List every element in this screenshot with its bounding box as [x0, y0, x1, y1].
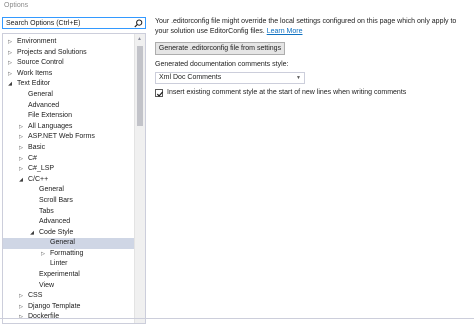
learn-more-link[interactable]: Learn More — [267, 28, 303, 35]
tree-item-label: Code Style — [39, 228, 74, 236]
tree-item-label: Environment — [17, 38, 57, 45]
tree-item[interactable]: ▷ Projects and Solutions — [3, 48, 135, 59]
tree-item-label: Work Items — [17, 69, 53, 77]
tree-item-label: Advanced — [39, 218, 71, 226]
title-bar: Options — [0, 0, 474, 14]
tree-item[interactable]: ▷ Source Control — [3, 58, 135, 69]
tree-item[interactable]: ▷ All Languages — [3, 122, 135, 133]
chevron-right-icon[interactable]: ▷ — [7, 48, 13, 59]
tree-list: ▷ Environment ▷ Projects and Solutions ▷ Sour… — [3, 37, 135, 323]
chevron-right-icon[interactable]: ▷ — [7, 58, 13, 69]
tree-item[interactable]: ▷ Django Template — [3, 302, 135, 313]
tree-item[interactable]: File Extension — [3, 111, 135, 122]
tree-item-label: ASP.NET Web Forms — [28, 133, 95, 141]
insert-comment-label: Insert existing comment style at the sta… — [167, 89, 407, 96]
tree-item-label: Source Control — [17, 59, 64, 67]
tree-item-label: Scroll Bars — [39, 196, 73, 204]
tree-item[interactable]: ▷ ASP.NET Web Forms — [3, 132, 135, 143]
search-input[interactable]: Search Options (Ctrl+E) — [2, 17, 146, 29]
tree-item[interactable]: ◢ Code Style — [3, 228, 135, 239]
tree-item-label: File Extension — [28, 112, 72, 120]
chevron-right-icon[interactable]: ▷ — [18, 154, 24, 165]
tree-item-label: Django Template — [28, 302, 81, 310]
tree-item-label: C# — [28, 154, 37, 162]
tree-item-label: C/C++ — [28, 175, 49, 183]
tree-item[interactable]: ◢ C/C++ — [3, 175, 135, 186]
tree-item-label: Advanced — [28, 101, 60, 109]
tree-item[interactable]: View — [3, 281, 135, 292]
tree-item[interactable]: General — [3, 185, 135, 196]
search-icon[interactable] — [134, 19, 143, 28]
checkmark-icon — [156, 91, 164, 97]
tree-item[interactable]: ▷ CSS — [3, 291, 135, 302]
tree-scrollbar[interactable]: ▲ — [134, 34, 145, 323]
tree-item-label: General — [39, 186, 64, 194]
tree-item[interactable]: General — [3, 238, 135, 249]
tree-item-label: Basic — [28, 143, 46, 151]
chevron-right-icon[interactable]: ▷ — [18, 291, 24, 302]
chevron-down-icon[interactable]: ◢ — [7, 79, 13, 90]
scrollbar-thumb[interactable] — [137, 46, 143, 126]
tree-item[interactable]: Experimental — [3, 270, 135, 281]
tree-item[interactable]: ◢ Text Editor — [3, 79, 135, 90]
tree-item[interactable]: ▷ C# — [3, 154, 135, 165]
tree-item-label: All Languages — [28, 122, 73, 130]
tree-item[interactable]: Linter — [3, 259, 135, 270]
tree-item[interactable]: ▷ Work Items — [3, 69, 135, 80]
chevron-down-icon: ▼ — [296, 75, 301, 81]
tree-item[interactable]: General — [3, 90, 135, 101]
chevron-down-icon[interactable]: ◢ — [29, 228, 35, 239]
left-pane: Search Options (Ctrl+E) ▷ Environment ▷ Pro… — [2, 17, 146, 324]
settings-panel: Your .editorconfig file might override t… — [155, 17, 471, 317]
scroll-up-icon[interactable]: ▲ — [137, 36, 142, 42]
tree-item-label: Projects and Solutions — [17, 48, 87, 56]
options-tree[interactable]: ▷ Environment ▷ Projects and Solutions ▷ Sour… — [2, 33, 146, 324]
tree-item[interactable]: Advanced — [3, 217, 135, 228]
doc-comments-value: Xml Doc Comments — [159, 74, 222, 81]
generate-editorconfig-button[interactable]: Generate .editorconfig file from setting… — [155, 42, 285, 55]
search-placeholder: Search Options (Ctrl+E) — [6, 20, 81, 27]
tree-item[interactable]: ▷ Environment — [3, 37, 135, 48]
tree-item-label: General — [50, 239, 75, 247]
tree-item[interactable]: ▷ Formatting — [3, 249, 135, 260]
chevron-right-icon[interactable]: ▷ — [18, 132, 24, 143]
tree-item[interactable]: ▷ C#_LSP — [3, 164, 135, 175]
notice-text: Your .editorconfig file might override t… — [155, 18, 457, 35]
chevron-down-icon[interactable]: ◢ — [18, 175, 24, 186]
tree-item[interactable]: ▷ Basic — [3, 143, 135, 154]
tree-item-label: C#_LSP — [28, 165, 55, 173]
tree-item-label: Formatting — [50, 249, 84, 257]
editorconfig-notice: Your .editorconfig file might override t… — [155, 17, 471, 37]
chevron-right-icon[interactable]: ▷ — [7, 37, 13, 48]
tree-item-label: Tabs — [39, 207, 54, 215]
tree-item-label: View — [39, 281, 55, 289]
tree-item-label: Experimental — [39, 271, 80, 279]
tree-item-label: CSS — [28, 292, 43, 300]
insert-comment-checkbox[interactable] — [155, 89, 164, 97]
chevron-right-icon[interactable]: ▷ — [18, 122, 24, 133]
doc-comments-dropdown[interactable]: Xml Doc Comments ▼ — [155, 72, 305, 84]
window-title: Options — [4, 2, 29, 9]
chevron-right-icon[interactable]: ▷ — [18, 164, 24, 175]
tree-item[interactable]: Advanced — [3, 101, 135, 112]
doc-comments-label: Generated documentation comments style: — [155, 61, 289, 68]
tree-item-label: Text Editor — [17, 80, 51, 88]
chevron-right-icon[interactable]: ▷ — [18, 143, 24, 154]
chevron-right-icon[interactable]: ▷ — [7, 69, 13, 80]
chevron-right-icon[interactable]: ▷ — [18, 302, 24, 313]
tree-item[interactable]: Scroll Bars — [3, 196, 135, 207]
bottom-divider — [0, 318, 474, 319]
chevron-right-icon[interactable]: ▷ — [40, 249, 46, 260]
tree-item-label: General — [28, 90, 53, 98]
tree-item-label: Linter — [50, 260, 68, 268]
tree-item[interactable]: Tabs — [3, 207, 135, 218]
